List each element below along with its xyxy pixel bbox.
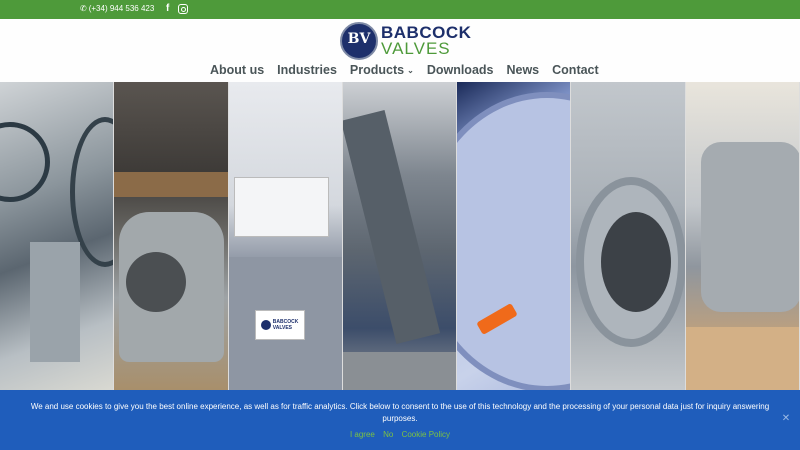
hero-photo-6	[571, 82, 686, 390]
cookie-actions: I agree No Cookie Policy	[0, 430, 800, 439]
cookie-no-button[interactable]: No	[383, 430, 393, 439]
cookie-policy-link[interactable]: Cookie Policy	[402, 430, 450, 439]
instagram-icon[interactable]	[178, 4, 189, 14]
valve-stem-shape	[342, 109, 440, 345]
handwheel-shape	[0, 122, 50, 202]
phone-number[interactable]: (+34) 944 536 423	[89, 4, 155, 13]
social-links: f	[166, 3, 189, 14]
cookie-banner: We and use cookies to give you the best …	[0, 390, 800, 450]
hero-photo-4	[342, 82, 458, 390]
flange-shape	[457, 92, 571, 390]
cookie-agree-button[interactable]: I agree	[350, 430, 375, 439]
hero-photo-2	[114, 82, 229, 390]
nav-item-products[interactable]: Products ⌄	[350, 63, 414, 77]
logo-mark: BV	[340, 22, 378, 60]
phone-icon: ✆	[80, 4, 87, 13]
control-panel-shape	[233, 177, 329, 237]
logo-mark-text: BV	[347, 31, 371, 47]
site-header: BV BABCOCK VALVES About us Industries Pr…	[0, 19, 800, 82]
site-logo[interactable]: BV BABCOCK VALVES	[340, 22, 471, 60]
logo-wordmark: BABCOCK VALVES	[381, 24, 471, 58]
hero-photo-5	[457, 82, 572, 390]
hero-photo-1	[0, 82, 115, 390]
nav-item-about-us[interactable]: About us	[210, 63, 264, 77]
bore-shape	[126, 252, 187, 312]
top-bar: ✆ (+34) 944 536 423 f	[0, 0, 800, 19]
logo-line2: VALVES	[381, 39, 451, 58]
cookie-message: We and use cookies to give you the best …	[30, 402, 770, 423]
pallet-shape	[114, 172, 228, 197]
nav-item-industries[interactable]: Industries	[277, 63, 337, 77]
pipe-shape	[342, 352, 457, 390]
nav-item-contact[interactable]: Contact	[552, 63, 599, 77]
crate-shape	[685, 327, 799, 390]
close-icon[interactable]: ✕	[781, 414, 791, 424]
sign-logo: BABCOCK VALVES	[254, 310, 305, 340]
phone-contact[interactable]: ✆ (+34) 944 536 423	[80, 4, 154, 13]
chevron-down-icon: ⌄	[407, 65, 414, 75]
facebook-icon[interactable]: f	[166, 3, 169, 14]
sign-logo-line2: VALVES	[272, 325, 293, 331]
nav-item-news[interactable]: News	[506, 63, 539, 77]
sign-logo-mark	[260, 320, 271, 330]
nav-item-downloads[interactable]: Downloads	[427, 63, 494, 77]
nav-item-products-label: Products	[349, 63, 405, 77]
main-nav: About us Industries Products ⌄ Downloads…	[210, 63, 612, 77]
hero-photo-7	[685, 82, 800, 390]
valve-body-shape	[700, 142, 799, 312]
valve-body-shape	[30, 242, 80, 362]
hero-photo-3: BABCOCK VALVES	[228, 82, 343, 390]
hero-photo-strip: BABCOCK VALVES	[0, 82, 800, 390]
bore-shape	[601, 212, 672, 312]
